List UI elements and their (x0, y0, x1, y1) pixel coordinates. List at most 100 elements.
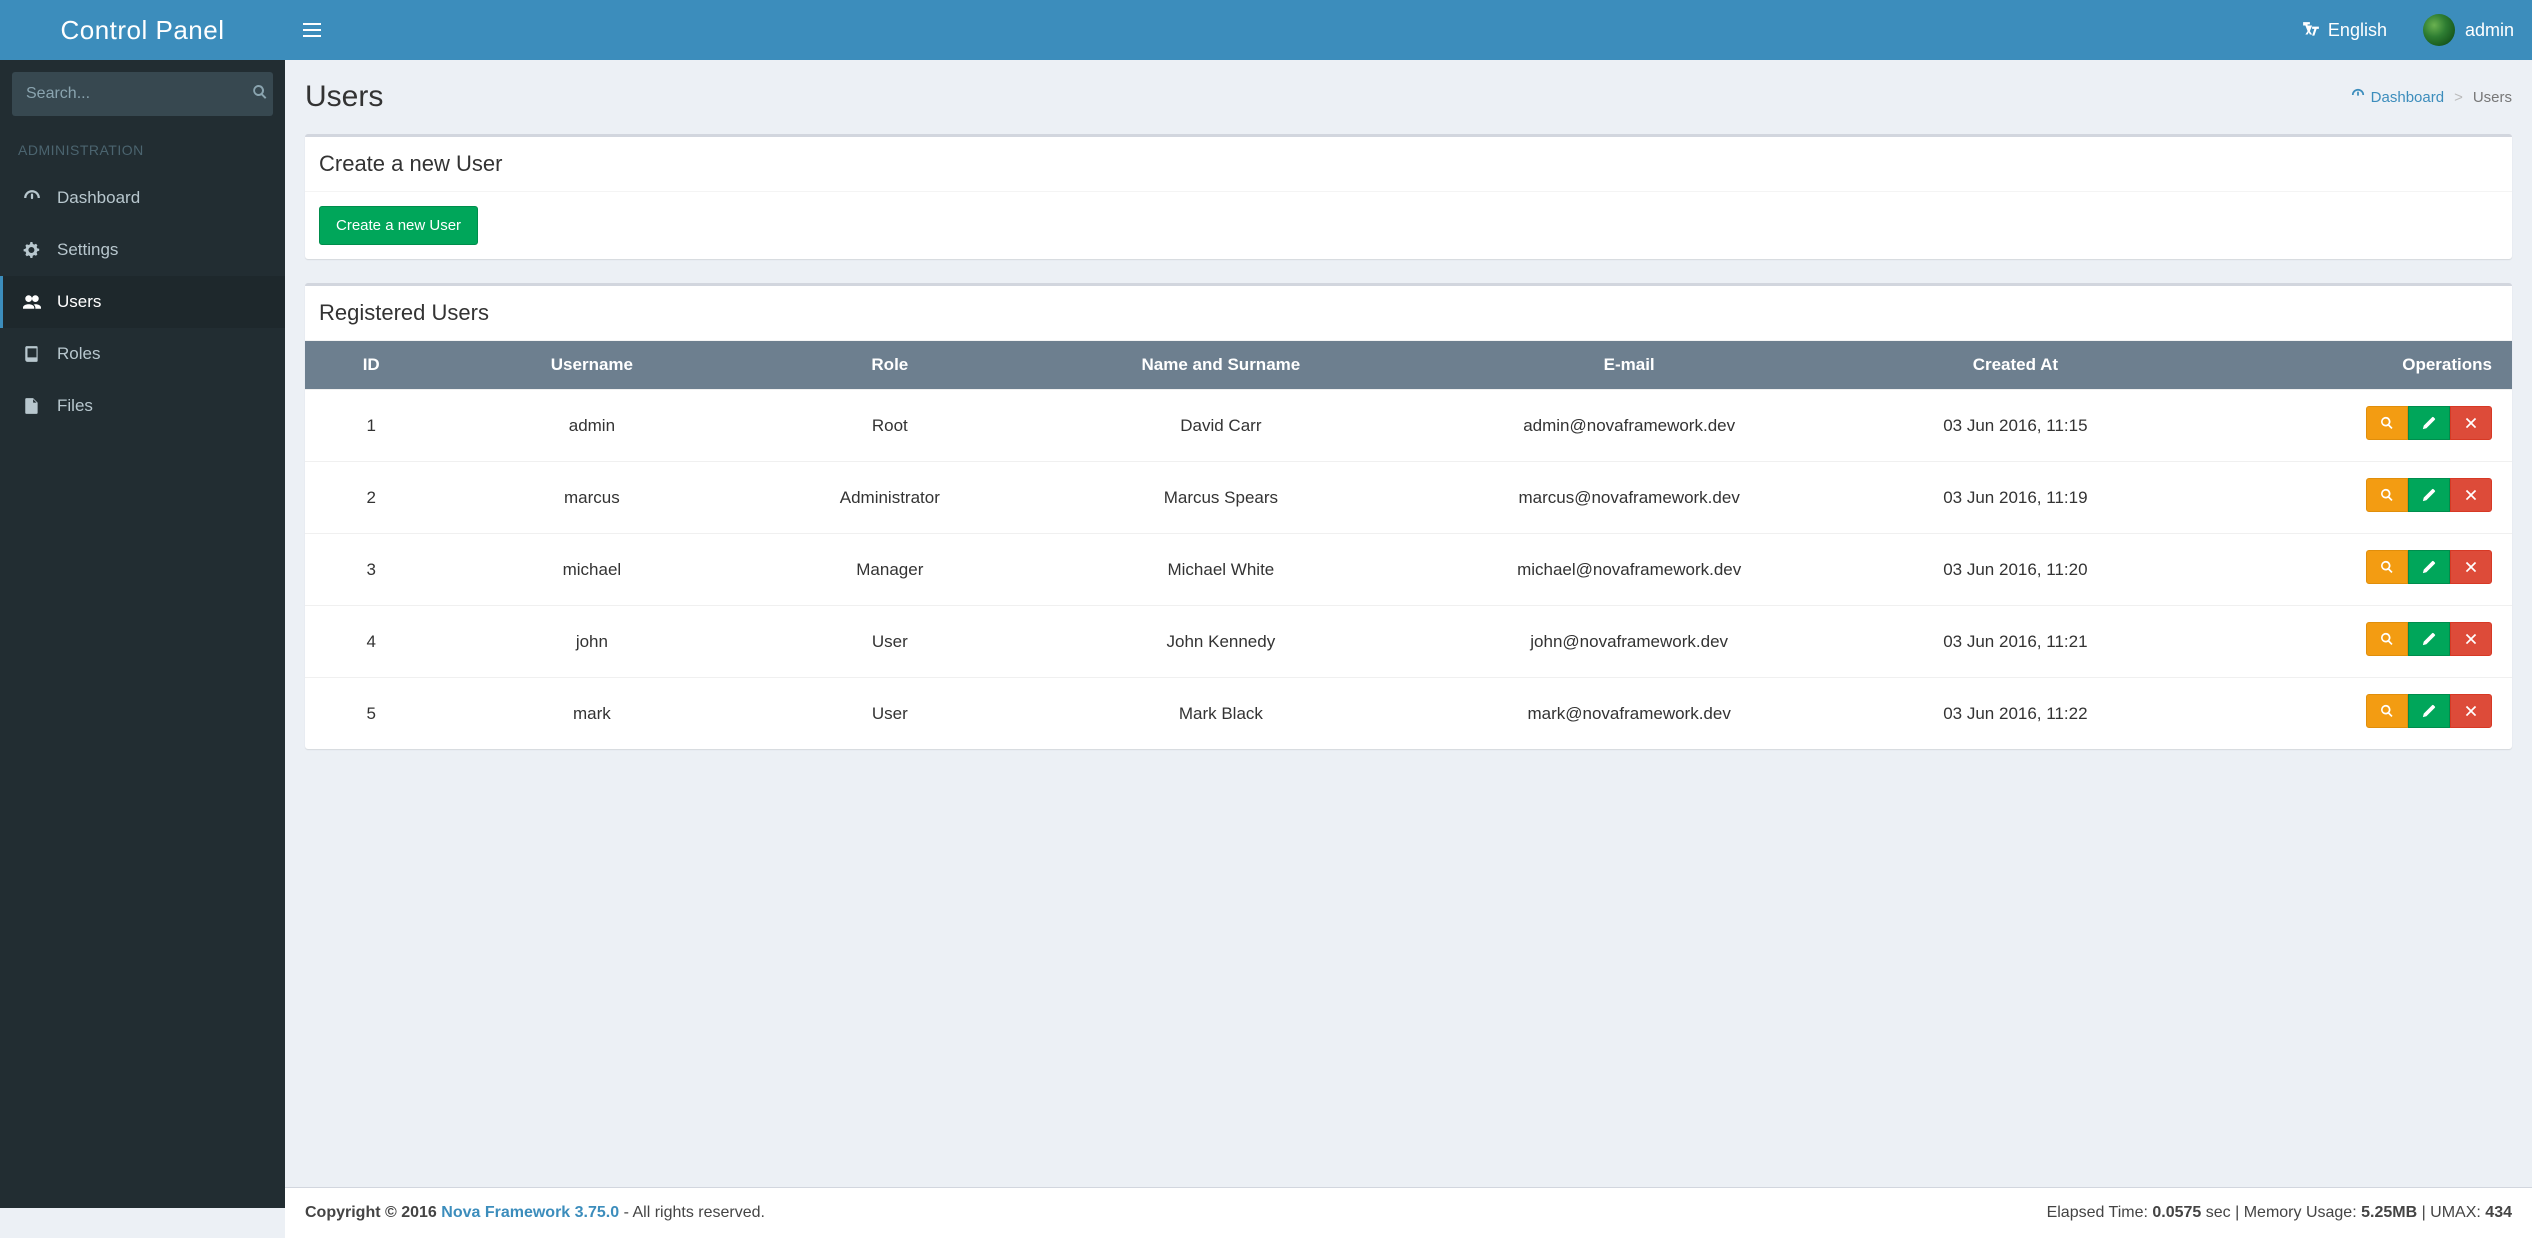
book-icon (21, 345, 43, 363)
sidebar-item-label: Settings (57, 240, 118, 260)
footer-framework-link[interactable]: Nova Framework 3.75.0 (441, 1204, 619, 1221)
footer-elapsed-value: 0.0575 (2152, 1204, 2201, 1221)
table-row: 5markUserMark Blackmark@novaframework.de… (305, 678, 2512, 750)
footer-umax-label: | UMAX: (2417, 1204, 2485, 1221)
brand-logo[interactable]: Control Panel (0, 0, 285, 60)
delete-button[interactable] (2450, 478, 2492, 512)
footer-copyright-prefix: Copyright © 2016 (305, 1204, 441, 1221)
footer-elapsed-label: Elapsed Time: (2047, 1204, 2153, 1221)
cell-username: mark (437, 678, 746, 750)
sidebar-toggle[interactable] (285, 0, 339, 53)
view-button[interactable] (2366, 478, 2408, 512)
cell-operations (2181, 678, 2512, 750)
cell-id: 4 (305, 606, 437, 678)
delete-button[interactable] (2450, 694, 2492, 728)
cell-email: marcus@novaframework.dev (1408, 462, 1849, 534)
cell-name: David Carr (1033, 390, 1408, 462)
sidebar-item-label: Files (57, 396, 93, 416)
cell-role: Manager (746, 534, 1033, 606)
cell-role: Administrator (746, 462, 1033, 534)
cell-role: User (746, 606, 1033, 678)
delete-button[interactable] (2450, 622, 2492, 656)
edit-button[interactable] (2408, 550, 2450, 584)
edit-button[interactable] (2408, 478, 2450, 512)
sidebar-item-roles[interactable]: Roles (0, 328, 285, 380)
user-menu[interactable]: admin (2405, 0, 2532, 60)
sidebar-item-settings[interactable]: Settings (0, 224, 285, 276)
cell-email: admin@novaframework.dev (1408, 390, 1849, 462)
sidebar-item-users[interactable]: Users (0, 276, 285, 328)
cell-id: 1 (305, 390, 437, 462)
language-label: English (2328, 20, 2387, 41)
times-icon (2464, 416, 2478, 430)
dashboard-icon (21, 189, 43, 207)
create-user-box: Create a new User Create a new User (305, 134, 2512, 259)
col-created: Created At (1850, 341, 2181, 390)
search-icon (2380, 704, 2394, 718)
cell-email: john@novaframework.dev (1408, 606, 1849, 678)
footer-mem-label: sec | Memory Usage: (2201, 1204, 2361, 1221)
edit-button[interactable] (2408, 622, 2450, 656)
sidebar-item-label: Users (57, 292, 101, 312)
search-button[interactable] (247, 84, 273, 104)
pencil-icon (2422, 560, 2436, 574)
table-row: 3michaelManagerMichael Whitemichael@nova… (305, 534, 2512, 606)
cell-username: michael (437, 534, 746, 606)
cell-username: admin (437, 390, 746, 462)
search-input[interactable] (12, 85, 247, 103)
breadcrumb: Dashboard > Users (2351, 88, 2512, 106)
cell-created: 03 Jun 2016, 11:20 (1850, 534, 2181, 606)
language-selector[interactable]: English (2284, 0, 2405, 60)
view-button[interactable] (2366, 694, 2408, 728)
cell-name: John Kennedy (1033, 606, 1408, 678)
cell-role: Root (746, 390, 1033, 462)
sidebar-item-label: Dashboard (57, 188, 140, 208)
search-icon (2380, 632, 2394, 646)
breadcrumb-home-label: Dashboard (2371, 89, 2444, 106)
breadcrumb-current: Users (2473, 89, 2512, 106)
footer-mem-value: 5.25MB (2361, 1204, 2417, 1221)
view-button[interactable] (2366, 622, 2408, 656)
delete-button[interactable] (2450, 406, 2492, 440)
registered-users-box: Registered Users ID Username Role Name a… (305, 283, 2512, 749)
sidebar-item-files[interactable]: Files (0, 380, 285, 432)
edit-button[interactable] (2408, 694, 2450, 728)
cell-created: 03 Jun 2016, 11:22 (1850, 678, 2181, 750)
cell-id: 5 (305, 678, 437, 750)
times-icon (2464, 560, 2478, 574)
cell-name: Marcus Spears (1033, 462, 1408, 534)
cell-email: michael@novaframework.dev (1408, 534, 1849, 606)
breadcrumb-home[interactable]: Dashboard (2351, 88, 2444, 106)
delete-button[interactable] (2450, 550, 2492, 584)
create-user-button[interactable]: Create a new User (319, 206, 478, 245)
list-box-title: Registered Users (319, 300, 2498, 326)
create-box-title: Create a new User (319, 151, 2498, 177)
footer-umax-value: 434 (2485, 1204, 2512, 1221)
times-icon (2464, 488, 2478, 502)
sidebar-item-dashboard[interactable]: Dashboard (0, 172, 285, 224)
sidebar: ADMINISTRATION Dashboard Settings Users … (0, 60, 285, 1208)
dashboard-icon (2351, 88, 2365, 106)
cell-operations (2181, 534, 2512, 606)
view-button[interactable] (2366, 550, 2408, 584)
cell-role: User (746, 678, 1033, 750)
col-email: E-mail (1408, 341, 1849, 390)
pencil-icon (2422, 632, 2436, 646)
avatar (2423, 14, 2455, 46)
cell-operations (2181, 462, 2512, 534)
bars-icon (303, 29, 321, 31)
view-button[interactable] (2366, 406, 2408, 440)
search-icon (2380, 560, 2394, 574)
cell-created: 03 Jun 2016, 11:21 (1850, 606, 2181, 678)
cell-email: mark@novaframework.dev (1408, 678, 1849, 750)
users-icon (21, 293, 43, 311)
cell-created: 03 Jun 2016, 11:19 (1850, 462, 2181, 534)
menu-section-header: ADMINISTRATION (0, 128, 285, 172)
times-icon (2464, 704, 2478, 718)
edit-button[interactable] (2408, 406, 2450, 440)
cell-operations (2181, 390, 2512, 462)
cell-username: john (437, 606, 746, 678)
search-icon (2380, 488, 2394, 502)
table-row: 4johnUserJohn Kennedyjohn@novaframework.… (305, 606, 2512, 678)
pencil-icon (2422, 488, 2436, 502)
